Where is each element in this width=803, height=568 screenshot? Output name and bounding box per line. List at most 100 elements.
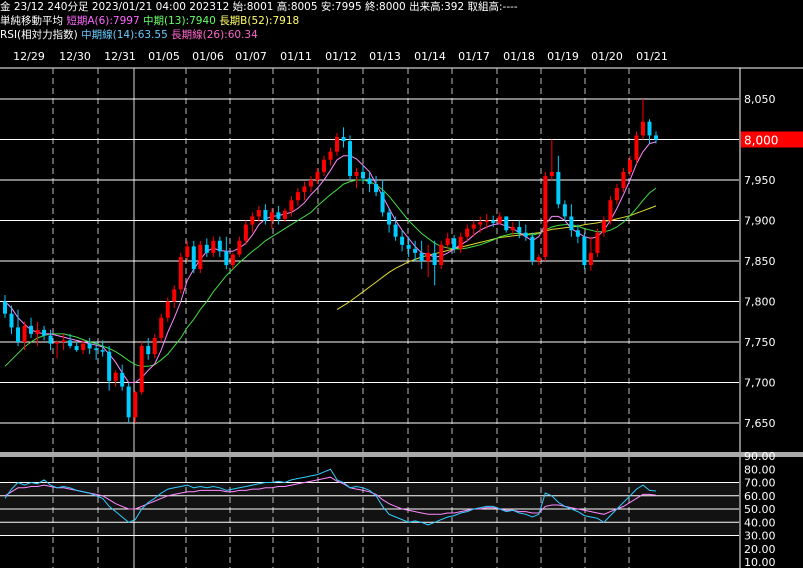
candle-body [647,121,652,136]
candle-body [497,216,502,223]
candle-body [523,232,528,237]
candle-body [654,135,658,140]
panel-separator [0,452,803,457]
price-tick-label: 7,750 [744,336,776,349]
price-tick-label: 8,050 [744,93,776,106]
candle-body [48,335,53,344]
candle-body [133,392,138,418]
candle-body [543,175,548,257]
price-tick-label: 7,850 [744,255,776,268]
candle-body [139,346,144,393]
date-tick-label: 01/18 [503,50,535,63]
candle-body [374,184,379,193]
candle-body [640,121,645,136]
candle-body [361,171,366,179]
date-tick-label: 01/12 [325,50,357,63]
candle-body [484,220,489,223]
price-tick-label: 7,650 [744,417,776,430]
candle-body [478,222,483,225]
candle-body [549,171,554,176]
chart-canvas[interactable]: 12/29 12/30 12/31 01/05 01/06 01/07 01/11 01/12… [0,0,803,568]
candle-body [282,210,287,219]
candle-body [354,171,359,176]
candle-body [452,238,457,249]
date-tick-label: 01/20 [591,50,623,63]
date-tick-label: 01/07 [235,50,267,63]
candle-body [432,252,437,266]
price-tick-label: 7,700 [744,377,776,390]
candle-body [308,180,313,187]
candle-body [230,254,235,266]
candle-body [328,151,333,160]
date-tick-label: 01/06 [192,50,224,63]
date-tick-label: 01/14 [414,50,446,63]
rsi-tick-label: 20.00 [744,543,776,556]
candle-body [471,224,476,229]
current-price-label: 8,000 [744,134,778,148]
candle-body [575,230,580,237]
candle-body [191,246,196,270]
candle-body [172,289,177,302]
rsi-tick-label: 10.00 [744,556,776,568]
candle-body [413,248,418,253]
candle-body [81,343,86,351]
candle-body [510,226,515,231]
price-tick-label: 7,900 [744,215,776,228]
candle-body [321,159,326,172]
candle-body [100,350,105,352]
candle-body [341,137,346,142]
rsi-tick-label: 90.00 [744,450,776,463]
candle-body [302,186,307,193]
candle-body [269,212,274,221]
candle-body [400,236,405,245]
date-tick-label: 01/05 [148,50,180,63]
candle-body [556,171,561,205]
candle-body [595,232,600,253]
candle-body [562,204,567,217]
candle-body [458,236,463,249]
candle-body [16,327,21,342]
candle-body [380,192,385,213]
candle-body [627,159,632,172]
candle-body [178,256,183,290]
candle-body [29,325,34,334]
candle-body [61,340,66,342]
rsi-tick-label: 60.00 [744,490,776,503]
date-tick-label: 01/19 [547,50,579,63]
candle-body [159,317,164,338]
candle-body [426,252,431,261]
candle-body [243,224,248,241]
candle-body [3,301,7,314]
candle-body [315,171,320,180]
candle-body [68,340,73,347]
rsi-tick-label: 30.00 [744,530,776,543]
rsi-tick-label: 70.00 [744,477,776,490]
candle-body [367,178,372,185]
candle-body [42,329,47,336]
candle-body [608,200,613,221]
candle-body [126,386,131,418]
candle-body [276,212,281,219]
candle-body [569,216,574,231]
rsi-panel: 90.0080.0070.0060.0050.0040.0030.0020.00… [0,450,776,568]
candle-body [146,346,151,355]
date-tick-label: 01/11 [280,50,312,63]
candle-body [634,135,639,160]
candle-body [152,337,157,355]
candle-body [185,246,190,257]
candle-body [217,240,222,252]
candle-body [621,171,626,189]
candle-body [348,141,353,176]
candle-body [588,252,593,266]
candle-body [504,216,509,231]
candle-body [250,216,255,225]
candle-body [22,325,27,342]
candle-body [211,240,216,253]
candle-body [165,301,170,318]
candle-body [439,244,444,266]
date-tick-label: 01/13 [369,50,401,63]
candle-body [536,256,541,261]
rsi-tick-label: 50.00 [744,503,776,516]
candle-body [465,228,470,237]
date-tick-label: 12/30 [59,50,91,63]
